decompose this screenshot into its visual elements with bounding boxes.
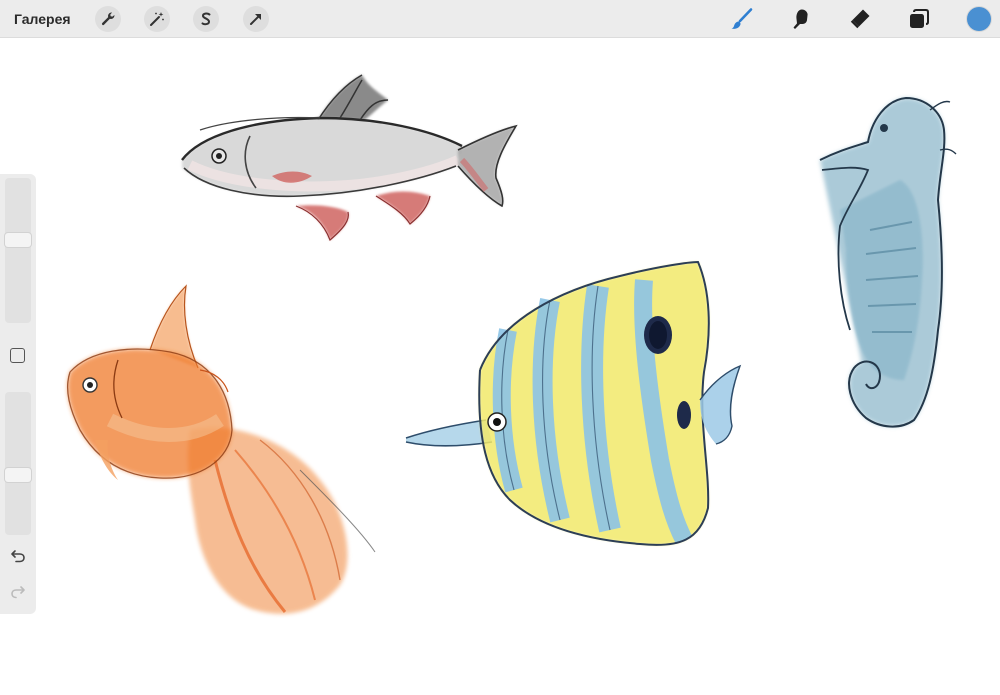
actions-button[interactable] — [95, 6, 121, 32]
magic-wand-icon — [150, 12, 164, 26]
eraser-icon — [850, 9, 870, 29]
brush-icon — [731, 8, 753, 29]
drawing-canvas[interactable] — [0, 39, 1000, 695]
roach-fish-drawing — [181, 74, 518, 242]
goldfish-drawing — [66, 284, 376, 614]
eyedropper-button[interactable] — [10, 348, 25, 363]
top-toolbar: Галерея — [0, 0, 1000, 38]
undo-button[interactable] — [8, 546, 28, 566]
redo-button[interactable] — [8, 582, 28, 602]
smudge-icon — [793, 9, 808, 29]
undo-icon — [11, 550, 25, 563]
opacity-thumb[interactable] — [5, 468, 31, 482]
gallery-button[interactable]: Галерея — [14, 0, 71, 38]
transform-button[interactable] — [243, 6, 269, 32]
brush-size-slider[interactable] — [5, 178, 31, 323]
selection-button[interactable] — [193, 6, 219, 32]
selection-icon — [201, 12, 211, 26]
transform-arrow-icon — [250, 14, 261, 25]
layers-icon — [910, 9, 929, 28]
eraser-tool[interactable] — [845, 4, 875, 34]
brush-tool[interactable] — [727, 4, 757, 34]
opacity-slider[interactable] — [5, 392, 31, 535]
color-picker-button[interactable] — [967, 7, 991, 31]
brush-size-thumb[interactable] — [5, 233, 31, 247]
butterflyfish-drawing — [405, 260, 742, 546]
smudge-tool[interactable] — [786, 4, 816, 34]
left-sidebar — [0, 174, 36, 614]
seahorse-drawing — [819, 96, 957, 428]
layers-tool[interactable] — [904, 4, 934, 34]
adjustments-button[interactable] — [144, 6, 170, 32]
redo-icon — [11, 586, 25, 599]
wrench-icon — [101, 12, 115, 26]
